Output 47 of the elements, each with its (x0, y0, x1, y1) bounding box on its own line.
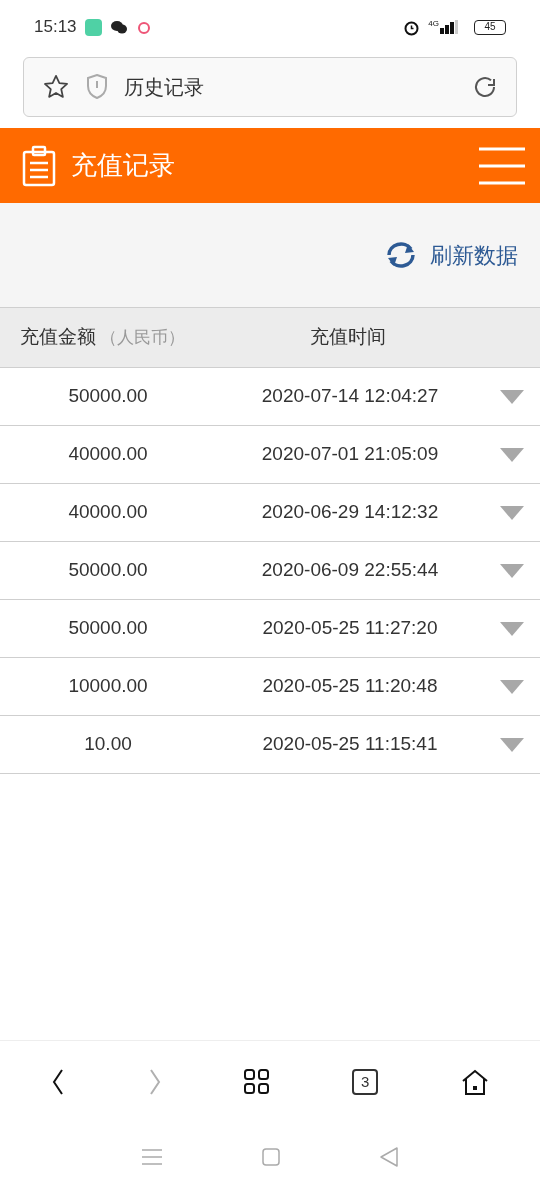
dropdown-icon[interactable] (500, 737, 524, 752)
time-cell-text: 2020-06-09 22:55:44 (260, 558, 440, 583)
refresh-button[interactable]: 刷新数据 (384, 238, 518, 272)
home-button-icon[interactable] (262, 1148, 280, 1166)
battery-indicator: 45 (474, 19, 506, 35)
time-cell-text: 2020-07-14 12:04:27 (260, 384, 440, 409)
time-cell-text: 2020-05-25 11:15:41 (261, 732, 439, 757)
dropdown-icon[interactable] (500, 389, 524, 404)
time-cell-text: 2020-06-29 14:12:32 (260, 500, 440, 525)
amount-cell-text: 50000.00 (67, 384, 149, 409)
shield-icon (86, 74, 108, 100)
address-bar[interactable]: 历史记录 (23, 57, 517, 117)
column-header: 充值时间 (310, 325, 386, 350)
star-icon[interactable] (42, 73, 70, 101)
back-icon[interactable] (51, 1067, 66, 1096)
reload-icon[interactable] (472, 74, 498, 100)
amount-cell-text: 40000.00 (67, 442, 149, 467)
back-triangle-icon[interactable] (380, 1147, 398, 1167)
amount-cell-text: 50000.00 (67, 616, 149, 641)
status-time: 15:13 (34, 16, 77, 39)
header-title: 充值记录 (71, 149, 176, 182)
chat-icon (109, 19, 128, 35)
amount-cell-text: 10000.00 (67, 674, 149, 699)
dropdown-icon[interactable] (500, 679, 524, 694)
signal-icon (440, 20, 458, 34)
dropdown-icon[interactable] (500, 505, 524, 520)
time-cell-text: 2020-05-25 11:20:48 (261, 674, 439, 699)
amount-cell-text: 50000.00 (67, 558, 149, 583)
page-title: 历史记录 (124, 75, 205, 100)
grid-icon[interactable] (244, 1069, 270, 1094)
refresh-icon (384, 240, 418, 270)
menu-icon[interactable] (142, 1148, 162, 1166)
column-note: （人民币） (100, 326, 185, 349)
dropdown-icon[interactable] (500, 621, 524, 636)
clipboard-icon (22, 144, 56, 187)
column-header: 充值金额 (20, 325, 96, 350)
network-label: 4G (428, 20, 439, 28)
home-icon[interactable] (460, 1068, 489, 1095)
ring-icon (135, 19, 152, 35)
time-cell-text: 2020-07-01 21:05:09 (260, 442, 440, 467)
amount-cell-text: 10.00 (83, 732, 133, 757)
dropdown-icon[interactable] (500, 563, 524, 578)
tab-count-button[interactable]: 3 (352, 1068, 379, 1095)
app-icon (84, 18, 102, 36)
amount-cell-text: 40000.00 (67, 500, 149, 525)
dropdown-icon[interactable] (500, 447, 524, 462)
time-cell-text: 2020-05-25 11:27:20 (261, 616, 439, 641)
